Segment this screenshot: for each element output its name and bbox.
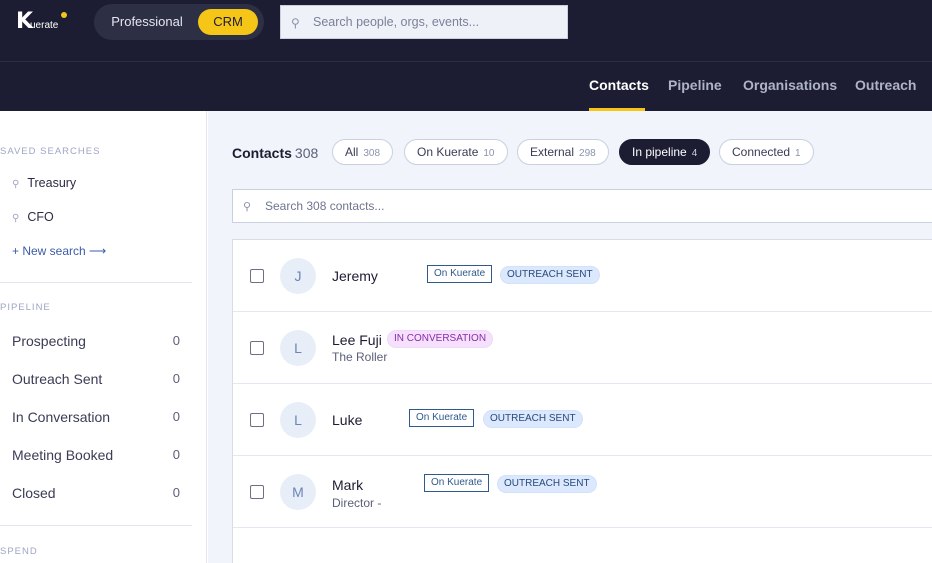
mode-toggle: Professional CRM bbox=[94, 4, 264, 40]
on-kuerate-badge: On Kuerate bbox=[427, 265, 493, 283]
filter-label: All bbox=[345, 145, 359, 159]
logo-text: uerate bbox=[30, 20, 59, 31]
status-badge: IN CONVERSATION bbox=[387, 330, 494, 348]
contact-list: J Jeremy On Kuerate OUTREACH SENT L Lee … bbox=[232, 239, 932, 563]
status-badge: OUTREACH SENT bbox=[497, 475, 597, 493]
saved-search-icon: ⚲ bbox=[12, 179, 20, 190]
avatar: M bbox=[280, 474, 316, 510]
spend-heading: SPEND bbox=[0, 546, 38, 557]
avatar: J bbox=[280, 258, 316, 294]
filter-in-pipeline[interactable]: In pipeline 4 bbox=[619, 139, 711, 165]
filter-on-kuerate[interactable]: On Kuerate 10 bbox=[404, 139, 508, 165]
contact-search: ⚲ bbox=[232, 189, 932, 223]
contacts-panel: Contacts 308 All 308 On Kuerate 10 External… bbox=[208, 111, 932, 563]
avatar: L bbox=[280, 330, 316, 366]
filter-count: 10 bbox=[483, 148, 495, 159]
on-kuerate-badge: On Kuerate bbox=[424, 474, 490, 492]
tab-contacts[interactable]: Contacts bbox=[589, 62, 649, 111]
saved-search-label: Treasury bbox=[27, 176, 77, 190]
pipeline-stage-closed[interactable]: Closed 0 bbox=[12, 485, 180, 507]
crm-mode-button[interactable]: CRM bbox=[198, 9, 258, 35]
stage-name: Outreach Sent bbox=[12, 371, 103, 387]
pipeline-stage-outreach-sent[interactable]: Outreach Sent 0 bbox=[12, 371, 180, 393]
filter-connected[interactable]: Connected 1 bbox=[719, 139, 814, 165]
filter-count: 4 bbox=[691, 148, 698, 159]
avatar: L bbox=[280, 402, 316, 438]
stage-name: Meeting Booked bbox=[12, 447, 114, 463]
contact-name[interactable]: Mark bbox=[332, 477, 363, 493]
contact-checkbox[interactable] bbox=[250, 269, 264, 283]
contact-name[interactable]: Jeremy bbox=[332, 268, 378, 284]
new-search-link[interactable]: + New search ⟶ bbox=[12, 244, 106, 258]
contact-row-jeremy[interactable]: J Jeremy On Kuerate OUTREACH SENT bbox=[233, 240, 932, 312]
contact-checkbox[interactable] bbox=[250, 413, 264, 427]
contact-row-mark[interactable]: M Mark Director - On Kuerate OUTREACH SE… bbox=[233, 456, 932, 528]
main-nav: Contacts Pipeline Organisations Outreach bbox=[0, 62, 932, 111]
saved-search-treasury[interactable]: ⚲ Treasury bbox=[12, 176, 76, 190]
filter-label: In pipeline bbox=[632, 145, 687, 159]
professional-mode-button[interactable]: Professional bbox=[102, 9, 192, 35]
page-title-text: Contacts bbox=[232, 145, 292, 161]
search-icon: ⚲ bbox=[243, 201, 252, 213]
contact-row-lee-fuji[interactable]: L Lee Fuji The Roller IN CONVERSATION bbox=[233, 312, 932, 384]
tab-pipeline[interactable]: Pipeline bbox=[668, 62, 722, 111]
contacts-total: 308 bbox=[294, 145, 319, 161]
contact-search-input[interactable] bbox=[265, 190, 865, 222]
tab-outreach[interactable]: Outreach bbox=[855, 62, 916, 111]
stage-count: 0 bbox=[172, 485, 180, 500]
saved-search-label: CFO bbox=[27, 210, 54, 224]
filter-label: External bbox=[530, 145, 575, 159]
status-badge: OUTREACH SENT bbox=[500, 266, 600, 284]
saved-search-cfo[interactable]: ⚲ CFO bbox=[12, 210, 54, 224]
stage-count: 0 bbox=[172, 333, 180, 348]
contact-name[interactable]: Luke bbox=[332, 412, 362, 428]
contact-checkbox[interactable] bbox=[250, 485, 264, 499]
filter-label: On Kuerate bbox=[417, 145, 479, 159]
filter-count: 298 bbox=[579, 148, 596, 159]
global-search: ⚲ bbox=[280, 5, 568, 39]
pipeline-heading: PIPELINE bbox=[0, 302, 51, 313]
kuerate-logo[interactable]: K uerate bbox=[16, 10, 76, 34]
sidebar-divider bbox=[0, 282, 192, 283]
contact-name[interactable]: Lee Fuji bbox=[332, 332, 382, 348]
contact-checkbox[interactable] bbox=[250, 341, 264, 355]
sidebar-divider bbox=[0, 525, 192, 526]
filter-external[interactable]: External 298 bbox=[517, 139, 609, 165]
contact-subtitle: Director - bbox=[332, 496, 382, 510]
saved-search-icon: ⚲ bbox=[12, 213, 20, 224]
global-search-input[interactable] bbox=[313, 6, 563, 38]
filter-all[interactable]: All 308 bbox=[332, 139, 394, 165]
sidebar: SAVED SEARCHES ⚲ Treasury ⚲ CFO + New sear… bbox=[0, 111, 207, 563]
on-kuerate-badge: On Kuerate bbox=[409, 409, 475, 427]
search-icon: ⚲ bbox=[291, 16, 300, 30]
stage-count: 0 bbox=[172, 371, 180, 386]
saved-searches-heading: SAVED SEARCHES bbox=[0, 146, 101, 157]
stage-name: In Conversation bbox=[12, 409, 111, 425]
filter-count: 308 bbox=[363, 148, 381, 159]
page-title: Contacts 308 bbox=[232, 145, 318, 161]
contact-row-luke[interactable]: L Luke On Kuerate OUTREACH SENT bbox=[233, 384, 932, 456]
pipeline-stage-in-conversation[interactable]: In Conversation 0 bbox=[12, 409, 180, 431]
pipeline-stage-meeting-booked[interactable]: Meeting Booked 0 bbox=[12, 447, 180, 469]
filter-count: 1 bbox=[795, 148, 801, 159]
tab-organisations[interactable]: Organisations bbox=[743, 62, 837, 111]
pipeline-stage-prospecting[interactable]: Prospecting 0 bbox=[12, 333, 180, 355]
contact-subtitle: The Roller bbox=[332, 350, 388, 364]
stage-count: 0 bbox=[172, 447, 180, 462]
logo-dot bbox=[61, 12, 67, 18]
stage-count: 0 bbox=[172, 409, 180, 424]
top-bar: K uerate Professional CRM ⚲ bbox=[0, 0, 932, 62]
stage-name: Prospecting bbox=[12, 333, 86, 349]
stage-name: Closed bbox=[12, 485, 56, 501]
status-badge: OUTREACH SENT bbox=[483, 410, 583, 428]
filter-label: Connected bbox=[732, 145, 791, 159]
